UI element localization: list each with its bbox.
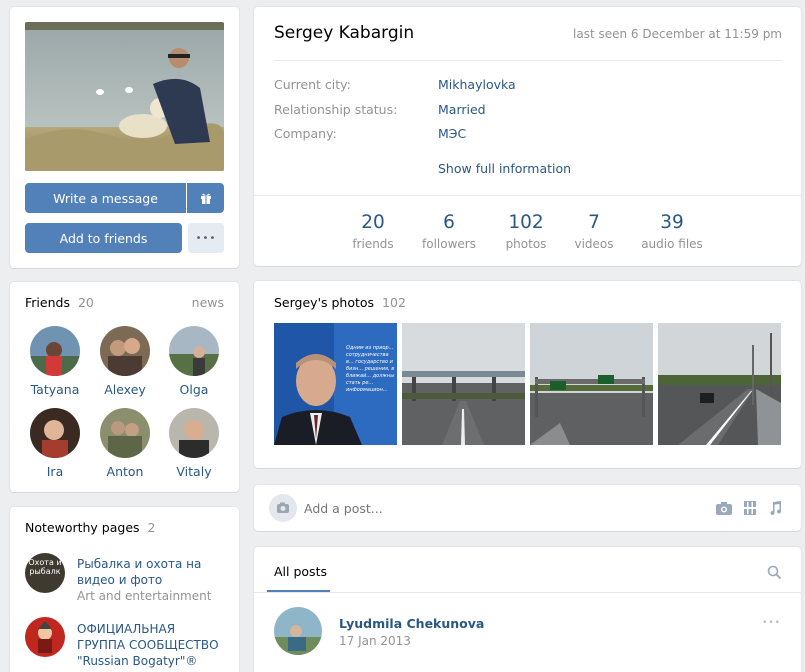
counter-label: followers bbox=[422, 237, 476, 251]
page-category: Art and entertainment bbox=[77, 589, 212, 603]
profile-photo[interactable] bbox=[25, 22, 224, 171]
friend-avatar bbox=[169, 408, 219, 458]
post-author-name[interactable]: Lyudmila Chekunova bbox=[339, 616, 484, 631]
divider bbox=[254, 592, 801, 593]
user-avatar bbox=[269, 494, 297, 522]
page-avatar-text: Охота и рыбалк bbox=[28, 558, 62, 576]
write-message-button[interactable]: Write a message bbox=[25, 183, 186, 213]
tab-all-posts-label: All posts bbox=[274, 564, 327, 579]
divider bbox=[254, 195, 801, 196]
post-more-button[interactable]: ••• bbox=[762, 618, 781, 628]
page-avatar bbox=[25, 617, 65, 657]
music-icon[interactable] bbox=[767, 500, 783, 516]
friend-name: Anton bbox=[106, 464, 144, 479]
photo-thumbnail[interactable] bbox=[658, 323, 781, 445]
tab-all-posts[interactable]: All posts bbox=[274, 564, 327, 579]
noteworthy-page-item[interactable]: ОФИЦИАЛЬНАЯ ГРУППА СООБЩЕСТВО "Russian B… bbox=[25, 617, 225, 672]
more-actions-button[interactable]: ••• bbox=[188, 223, 224, 253]
friend-name: Ira bbox=[46, 464, 64, 479]
counter-label: videos bbox=[574, 237, 614, 251]
friend-avatar bbox=[169, 326, 219, 376]
page-title-line1: ОФИЦИАЛЬНАЯ bbox=[77, 622, 176, 636]
wall-card: All posts Lyudmila Chekunova 17 Jan 2013… bbox=[254, 547, 801, 672]
photo-caption-text: Одним из приор... сотрудничества в... го… bbox=[346, 345, 395, 391]
video-icon[interactable] bbox=[742, 500, 758, 516]
gift-icon bbox=[200, 193, 211, 204]
counter-number: 39 bbox=[660, 212, 684, 233]
photos-title[interactable]: Sergey's photos bbox=[274, 295, 374, 310]
counter-label: audio files bbox=[641, 237, 703, 251]
counter-number: 6 bbox=[443, 212, 455, 233]
friends-news-link[interactable]: news bbox=[192, 295, 224, 310]
noteworthy-title: Noteworthy pages bbox=[25, 520, 140, 535]
send-gift-button[interactable] bbox=[187, 183, 224, 213]
last-seen: last seen 6 December at 11:59 pm bbox=[573, 27, 782, 41]
friend-avatar bbox=[100, 326, 150, 376]
photos-count: 102 bbox=[382, 295, 406, 310]
counter-label: friends bbox=[352, 237, 394, 251]
counter-number: 20 bbox=[361, 212, 385, 233]
friend-avatar bbox=[30, 326, 80, 376]
photo-thumbnail[interactable]: Одним из приор... сотрудничества в... го… bbox=[274, 323, 397, 445]
post-date[interactable]: 17 Jan 2013 bbox=[339, 634, 411, 648]
divider bbox=[274, 60, 782, 61]
info-label-relationship: Relationship status: bbox=[274, 102, 398, 117]
show-full-info-link[interactable]: Show full information bbox=[438, 161, 571, 176]
camera-icon[interactable] bbox=[715, 500, 733, 516]
counter-followers[interactable]: 6 followers bbox=[409, 212, 489, 251]
friend-avatar bbox=[100, 408, 150, 458]
profile-avatar-card: Write a message Add to friends ••• bbox=[10, 7, 239, 268]
friend-name: Tatyana bbox=[30, 382, 80, 397]
friend-name: Olga bbox=[179, 382, 209, 397]
friends-count: 20 bbox=[77, 295, 94, 310]
counter-number: 7 bbox=[588, 212, 600, 233]
camera-placeholder-icon bbox=[277, 502, 289, 513]
noteworthy-count: 2 bbox=[147, 520, 156, 535]
add-to-friends-label: Add to friends bbox=[59, 230, 148, 246]
noteworthy-page-item[interactable]: Охота и рыбалк Рыбалка и охота на видео … bbox=[25, 553, 225, 608]
friend-name: Vitaly bbox=[176, 464, 212, 479]
page-title-line3: "Russian Bogatyr"® bbox=[77, 654, 198, 668]
info-label-company: Company: bbox=[274, 126, 337, 141]
page-title-line2: ГРУППА СООБЩЕСТВО bbox=[77, 638, 219, 652]
counter-audio[interactable]: 39 audio files bbox=[632, 212, 712, 251]
more-dots-icon: ••• bbox=[195, 232, 217, 244]
page-title-line1: Рыбалка и охота на bbox=[77, 557, 202, 571]
info-label-city: Current city: bbox=[274, 77, 351, 92]
friend-name: Alexey bbox=[104, 382, 146, 397]
counter-videos[interactable]: 7 videos bbox=[554, 212, 634, 251]
add-to-friends-button[interactable]: Add to friends bbox=[25, 223, 182, 253]
friend-avatar bbox=[30, 408, 80, 458]
info-value-company[interactable]: МЭС bbox=[438, 126, 466, 141]
info-value-city[interactable]: Mikhaylovka bbox=[438, 77, 516, 92]
noteworthy-pages-card: Noteworthy pages 2 Охота и рыбалк Рыбалк… bbox=[10, 507, 239, 672]
write-message-label: Write a message bbox=[53, 190, 158, 206]
search-icon[interactable] bbox=[767, 565, 781, 579]
add-post-input[interactable] bbox=[304, 497, 644, 519]
page-title-line2: видео и фото bbox=[77, 573, 163, 587]
info-value-relationship[interactable]: Married bbox=[438, 102, 486, 117]
friends-card: Friends 20 news Tatyana Alexey Olga Ira … bbox=[10, 282, 239, 492]
friends-title[interactable]: Friends bbox=[25, 295, 70, 310]
photos-card: Sergey's photos 102 Одним из приор... со… bbox=[254, 281, 801, 468]
page-avatar: Охота и рыбалк bbox=[25, 553, 65, 593]
counter-friends[interactable]: 20 friends bbox=[333, 212, 413, 251]
profile-name: Sergey Kabargin bbox=[274, 23, 415, 43]
post-author-avatar[interactable] bbox=[274, 607, 322, 655]
photo-thumbnail[interactable] bbox=[402, 323, 525, 445]
post-composer-card bbox=[254, 485, 801, 531]
photo-thumbnail[interactable] bbox=[530, 323, 653, 445]
profile-info-card: Sergey Kabargin last seen 6 December at … bbox=[254, 7, 801, 266]
